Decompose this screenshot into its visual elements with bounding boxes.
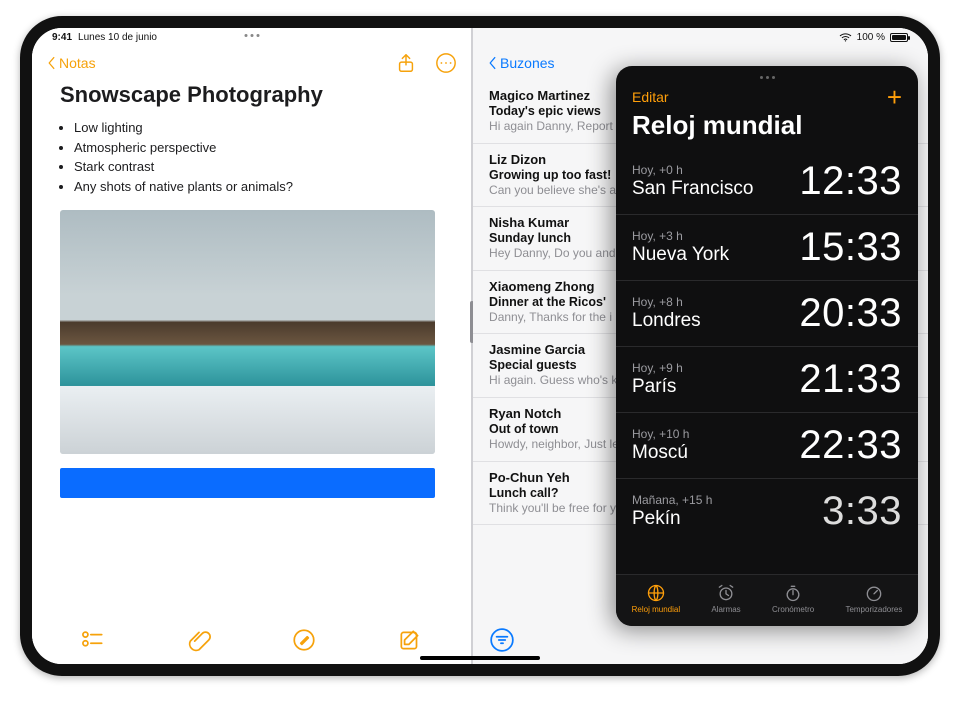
clock-row[interactable]: Hoy, +8 h Londres 20:33 (616, 280, 918, 346)
clock-slideover[interactable]: Editar + Reloj mundial Hoy, +0 h San Fra… (616, 66, 918, 626)
clock-row[interactable]: Mañana, +15 h Pekín 3:33 (616, 478, 918, 544)
clock-navbar: Editar + (616, 82, 918, 110)
world-clock-list[interactable]: Hoy, +0 h San Francisco 12:33 Hoy, +3 h … (616, 149, 918, 574)
filter-circle-icon (489, 627, 515, 653)
mail-app-pane: 100 % Buzones Magico Martinez Today's ep… (473, 28, 928, 664)
clock-row[interactable]: Hoy, +9 h París 21:33 (616, 346, 918, 412)
notes-navbar: Notas (32, 46, 471, 80)
pencil-circle-icon (291, 627, 317, 653)
note-bullet: Low lighting (74, 118, 451, 138)
tab-label: Cronómetro (772, 605, 814, 614)
clock-edit-button[interactable]: Editar (632, 89, 669, 105)
ellipsis-circle-icon (435, 52, 457, 74)
checklist-icon (80, 627, 106, 653)
paperclip-icon (186, 627, 212, 653)
clock-city: Londres (632, 310, 701, 332)
mail-toolbar (473, 620, 928, 664)
clock-time: 22:33 (799, 423, 902, 468)
attach-button[interactable] (186, 627, 212, 653)
clock-time: 20:33 (799, 291, 902, 336)
tab-timers[interactable]: Temporizadores (845, 583, 902, 614)
alarm-icon (716, 583, 736, 603)
notes-back-button[interactable]: Notas (46, 55, 96, 71)
clock-offset: Hoy, +9 h (632, 361, 683, 375)
clock-offset: Hoy, +3 h (632, 229, 729, 243)
new-note-button[interactable] (397, 627, 423, 653)
note-inline-photo[interactable] (60, 210, 435, 454)
status-time: 9:41 (52, 32, 72, 43)
tab-label: Reloj mundial (632, 605, 680, 614)
compose-icon (397, 627, 423, 653)
status-bar-left: 9:41 Lunes 10 de junio (32, 28, 471, 46)
checklist-button[interactable] (80, 627, 106, 653)
clock-city: París (632, 376, 683, 398)
clock-time: 12:33 (799, 159, 902, 204)
clock-add-button[interactable]: + (887, 84, 902, 110)
note-bullet: Any shots of native plants or animals? (74, 177, 451, 197)
wifi-icon (839, 32, 852, 42)
tab-stopwatch[interactable]: Cronómetro (772, 583, 814, 614)
chevron-left-icon (487, 56, 498, 70)
clock-offset: Mañana, +15 h (632, 493, 712, 507)
markup-button[interactable] (291, 627, 317, 653)
tab-label: Alarmas (711, 605, 740, 614)
clock-tabbar: Reloj mundial Alarmas Cronómetro Tempori… (616, 574, 918, 626)
note-inline-attachment[interactable] (60, 468, 435, 498)
multitask-dots-icon[interactable] (244, 34, 259, 37)
clock-time: 3:33 (822, 489, 902, 534)
chevron-left-icon (46, 56, 57, 70)
note-bullet: Atmospheric perspective (74, 138, 451, 158)
status-bar-right: 100 % (473, 28, 928, 46)
clock-offset: Hoy, +10 h (632, 427, 689, 441)
clock-city: Nueva York (632, 244, 729, 266)
share-button[interactable] (395, 52, 417, 74)
note-content[interactable]: Snowscape Photography Low lighting Atmos… (32, 80, 471, 620)
battery-text: 100 % (857, 32, 885, 43)
clock-offset: Hoy, +0 h (632, 163, 753, 177)
clock-city: Moscú (632, 442, 689, 464)
share-icon (395, 52, 417, 74)
tab-label: Temporizadores (845, 605, 902, 614)
mail-back-button[interactable]: Buzones (487, 55, 554, 71)
status-date: Lunes 10 de junio (78, 32, 157, 43)
clock-offset: Hoy, +8 h (632, 295, 701, 309)
back-label: Buzones (500, 55, 554, 71)
clock-city: San Francisco (632, 178, 753, 200)
clock-time: 21:33 (799, 357, 902, 402)
note-bullet: Stark contrast (74, 157, 451, 177)
clock-time: 15:33 (799, 225, 902, 270)
screen: 9:41 Lunes 10 de junio Notas (32, 28, 928, 664)
clock-row[interactable]: Hoy, +0 h San Francisco 12:33 (616, 149, 918, 214)
globe-icon (646, 583, 666, 603)
note-bullet-list: Low lighting Atmospheric perspective Sta… (60, 118, 451, 196)
clock-row[interactable]: Hoy, +10 h Moscú 22:33 (616, 412, 918, 478)
stopwatch-icon (783, 583, 803, 603)
timer-icon (864, 583, 884, 603)
clock-row[interactable]: Hoy, +3 h Nueva York 15:33 (616, 214, 918, 280)
filter-button[interactable] (489, 627, 515, 653)
tab-world-clock[interactable]: Reloj mundial (632, 583, 680, 614)
battery-icon (890, 33, 908, 42)
back-label: Notas (59, 55, 96, 71)
home-indicator[interactable] (420, 656, 540, 660)
notes-app-pane: 9:41 Lunes 10 de junio Notas (32, 28, 471, 664)
tab-alarms[interactable]: Alarmas (711, 583, 740, 614)
note-title: Snowscape Photography (60, 82, 451, 108)
clock-title: Reloj mundial (616, 110, 918, 149)
more-button[interactable] (435, 52, 457, 74)
notes-toolbar (32, 620, 471, 664)
clock-city: Pekín (632, 508, 712, 530)
multitask-dots-icon[interactable] (616, 66, 918, 82)
ipad-frame: 9:41 Lunes 10 de junio Notas (20, 16, 940, 676)
